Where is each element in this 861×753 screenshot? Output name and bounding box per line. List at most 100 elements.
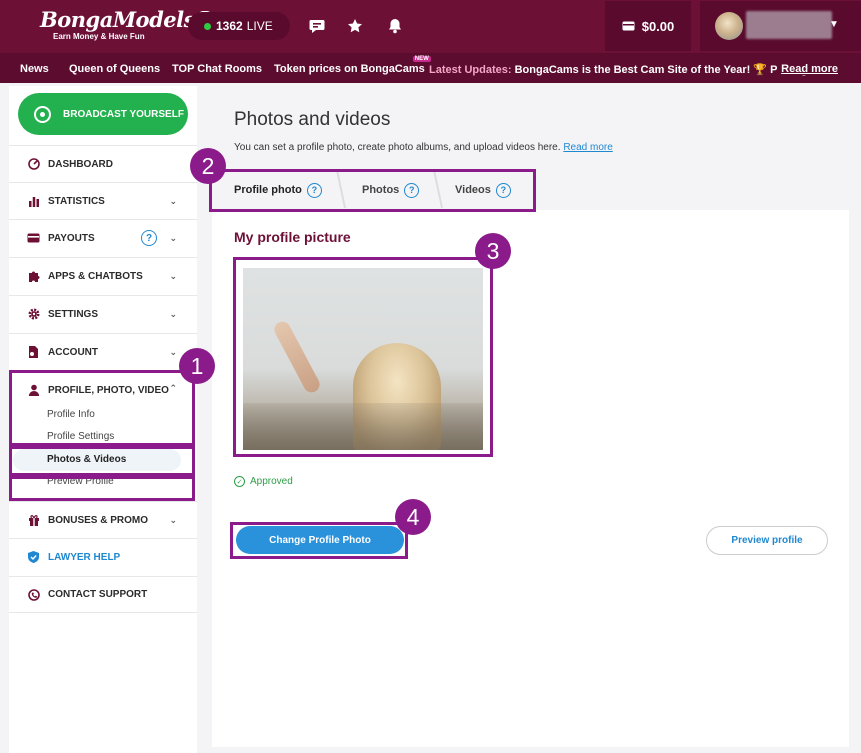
webcam-icon [34, 105, 51, 123]
chevron-down-icon: ▼ [829, 19, 839, 30]
latest-updates-label: Latest Updates: [429, 64, 512, 76]
annotation-badge-4: 4 [395, 499, 431, 535]
chevron-down-icon: ⌄ [169, 347, 177, 357]
sidebar-item-label: CONTACT SUPPORT [48, 589, 148, 600]
logo[interactable]: BongaModels Earn Money & Have Fun [40, 9, 213, 41]
support-icon [27, 588, 40, 601]
tab-label: Photos [362, 184, 400, 196]
document-icon [27, 346, 40, 359]
sidebar-item-label: PROFILE, PHOTO, VIDEO [48, 384, 169, 396]
broadcast-label: BROADCAST YOURSELF [63, 108, 184, 120]
gauge-icon [27, 158, 40, 171]
sidebar-item-label: DASHBOARD [48, 158, 113, 170]
tab-photos[interactable]: Photos ? [362, 172, 420, 208]
nav-top-chat-rooms[interactable]: TOP Chat Rooms [172, 63, 262, 75]
avatar [715, 12, 743, 40]
nav-token-prices-label: Token prices on BongaCams [274, 63, 425, 75]
sub-item-preview-profile[interactable]: Preview Profile [47, 476, 114, 487]
new-badge: NEW [412, 56, 431, 62]
balance-amount: $0.00 [641, 18, 675, 34]
balance-button[interactable]: $0.00 [605, 1, 691, 51]
bar-chart-icon [27, 195, 40, 208]
sidebar-item-profile-photo-video[interactable]: PROFILE, PHOTO, VIDEO ⌃ [9, 371, 197, 408]
top-bar: BongaModels Earn Money & Have Fun 1362 L… [0, 0, 861, 54]
help-icon[interactable]: ? [306, 182, 322, 198]
help-icon[interactable]: ? [404, 182, 420, 198]
check-circle-icon: ✓ [234, 476, 245, 487]
live-count: 1362 [216, 19, 243, 33]
tab-videos[interactable]: Videos ? [455, 172, 511, 208]
sidebar-item-label: LAWYER HELP [48, 551, 121, 563]
gift-icon [27, 514, 40, 527]
gear-icon [27, 308, 40, 321]
brand-tagline: Earn Money & Have Fun [53, 32, 145, 41]
sidebar-item-statistics[interactable]: STATISTICS ⌄ [9, 182, 197, 219]
sidebar-item-lawyer-help[interactable]: LAWYER HELP [9, 538, 197, 575]
sidebar-item-dashboard[interactable]: DASHBOARD [9, 145, 197, 182]
sidebar-item-bonuses-promo[interactable]: BONUSES & PROMO ⌄ [9, 501, 197, 538]
page-description-text: You can set a profile photo, create phot… [234, 142, 561, 153]
sidebar-item-label: PAYOUTS [48, 232, 95, 244]
main-content: Photos and videos You can set a profile … [212, 86, 849, 753]
read-more-link[interactable]: Read more [777, 63, 838, 75]
nav-news[interactable]: News [20, 63, 49, 75]
panel-title: My profile picture [234, 229, 351, 245]
live-dot-icon [204, 22, 211, 30]
help-icon[interactable]: ? [141, 230, 157, 246]
tab-separator [432, 170, 444, 208]
user-menu[interactable]: ▼ [700, 1, 861, 51]
sidebar-item-label: ACCOUNT [48, 346, 98, 358]
tab-label: Profile photo [234, 184, 302, 196]
help-icon[interactable]: ? [495, 182, 511, 198]
latest-updates: Latest Updates: BongaCams is the Best Ca… [429, 63, 830, 76]
card-icon [27, 232, 40, 245]
broadcast-yourself-button[interactable]: BROADCAST YOURSELF [18, 93, 188, 135]
preview-profile-button[interactable]: Preview profile [706, 526, 828, 555]
sub-item-photos-videos[interactable]: Photos & Videos [47, 454, 126, 465]
nav-queen-of-queens[interactable]: Queen of Queens [69, 63, 160, 75]
live-counter[interactable]: 1362 LIVE [188, 12, 290, 40]
read-more-link[interactable]: Read more [563, 142, 612, 153]
live-label: LIVE [246, 19, 273, 33]
sidebar-item-label: SETTINGS [48, 308, 99, 320]
star-icon[interactable] [344, 15, 366, 37]
chat-icon[interactable] [306, 15, 328, 37]
username-redacted [746, 11, 832, 39]
sidebar-item-payouts[interactable]: PAYOUTS ? ⌄ [9, 219, 197, 256]
approval-status-text: Approved [250, 476, 293, 487]
chevron-down-icon: ⌄ [169, 233, 177, 243]
photo-arm-shape [271, 318, 323, 396]
sidebar-item-contact-support[interactable]: CONTACT SUPPORT [9, 576, 197, 613]
sidebar-item-label: BONUSES & PROMO [48, 514, 149, 526]
shield-icon [27, 551, 40, 564]
approval-status: ✓ Approved [234, 476, 293, 487]
nav-token-prices[interactable]: Token prices on BongaCams NEW [274, 56, 431, 75]
sub-item-profile-info[interactable]: Profile Info [47, 409, 95, 420]
sidebar-item-label: APPS & CHATBOTS [48, 270, 143, 282]
sidebar-item-settings[interactable]: SETTINGS ⌄ [9, 295, 197, 332]
annotation-badge-1: 1 [179, 348, 215, 384]
chevron-down-icon: ⌄ [169, 196, 177, 206]
photo-ground-shape [243, 403, 483, 450]
sidebar-item-label: STATISTICS [48, 195, 105, 207]
change-profile-photo-button[interactable]: Change Profile Photo [236, 526, 404, 554]
sub-item-profile-settings[interactable]: Profile Settings [47, 431, 114, 442]
sidebar: BROADCAST YOURSELF DASHBOARD STATISTICS … [9, 86, 197, 753]
profile-picture[interactable] [243, 268, 483, 450]
page-description: You can set a profile photo, create phot… [234, 142, 613, 153]
chevron-down-icon: ⌄ [169, 309, 177, 319]
bell-icon[interactable] [384, 15, 406, 37]
sidebar-item-account[interactable]: ACCOUNT ⌄ [9, 333, 197, 370]
chevron-down-icon: ⌄ [169, 515, 177, 525]
brand-name: BongaModels [40, 7, 195, 32]
tab-separator [335, 170, 347, 208]
puzzle-icon [27, 270, 40, 283]
annotation-badge-2: 2 [190, 148, 226, 184]
tab-profile-photo[interactable]: Profile photo ? [234, 172, 322, 208]
sidebar-item-apps-chatbots[interactable]: APPS & CHATBOTS ⌄ [9, 257, 197, 294]
user-icon [27, 384, 40, 397]
page-title: Photos and videos [234, 109, 391, 130]
nav-strip: News Queen of Queens TOP Chat Rooms Toke… [0, 54, 861, 83]
tab-label: Videos [455, 184, 491, 196]
chevron-up-icon: ⌃ [169, 383, 177, 393]
